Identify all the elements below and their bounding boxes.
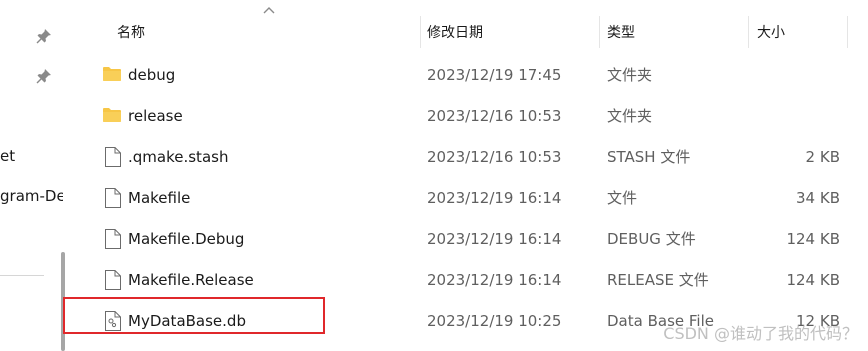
file-row-makefile-release[interactable]: Makefile.Release 2023/12/19 16:14 RELEAS… — [70, 259, 868, 300]
column-divider[interactable] — [599, 16, 600, 48]
file-type: STASH 文件 — [607, 148, 691, 166]
file-type: RELEASE 文件 — [607, 271, 709, 289]
file-icon — [105, 188, 121, 208]
file-icon — [105, 229, 121, 249]
navigation-pane: et gram-De — [0, 0, 63, 351]
file-row-debug[interactable]: debug 2023/12/19 17:45 文件夹 — [70, 54, 868, 95]
file-name: Makefile.Release — [128, 270, 254, 289]
file-name: Makefile — [128, 188, 191, 207]
file-date-modified: 2023/12/19 17:45 — [427, 65, 562, 84]
column-header-row: 名称 修改日期 类型 大小 — [70, 7, 868, 52]
file-date-modified: 2023/12/19 16:14 — [427, 229, 562, 248]
file-row-makefile-debug[interactable]: Makefile.Debug 2023/12/19 16:14 DEBUG 文件… — [70, 218, 868, 259]
folder-icon — [103, 67, 121, 81]
pin-icon[interactable] — [36, 68, 52, 84]
file-date-modified: 2023/12/16 10:53 — [427, 147, 562, 166]
column-divider[interactable] — [847, 16, 848, 48]
file-date-modified: 2023/12/16 10:53 — [427, 106, 562, 125]
sort-ascending-icon — [263, 7, 275, 14]
file-row-qmake-stash[interactable]: .qmake.stash 2023/12/16 10:53 STASH 文件 2… — [70, 136, 868, 177]
database-file-icon — [105, 311, 121, 331]
file-date-modified: 2023/12/19 16:14 — [427, 188, 562, 207]
pin-icon[interactable] — [36, 28, 52, 44]
file-row-release[interactable]: release 2023/12/16 10:53 文件夹 — [70, 95, 868, 136]
file-name: MyDataBase.db — [128, 311, 246, 330]
file-type: 文件 — [607, 189, 638, 207]
folder-icon — [103, 108, 121, 122]
nav-item-partial-label[interactable]: et — [0, 147, 15, 165]
column-header-size[interactable]: 大小 — [757, 14, 785, 50]
file-icon — [105, 147, 121, 167]
column-header-name[interactable]: 名称 — [117, 14, 145, 50]
file-icon — [105, 270, 121, 290]
file-name: debug — [128, 65, 176, 84]
column-divider[interactable] — [420, 16, 421, 48]
column-header-type[interactable]: 类型 — [607, 14, 635, 50]
file-name: Makefile.Debug — [128, 229, 245, 248]
file-size: 124 KB — [786, 229, 840, 248]
file-date-modified: 2023/12/19 10:25 — [427, 311, 562, 330]
file-type: DEBUG 文件 — [607, 230, 696, 248]
file-name: .qmake.stash — [128, 147, 229, 166]
file-size: 2 KB — [805, 147, 840, 166]
file-type: 文件夹 — [607, 107, 653, 125]
file-date-modified: 2023/12/19 16:14 — [427, 270, 562, 289]
file-size: 34 KB — [796, 188, 840, 207]
file-row-makefile[interactable]: Makefile 2023/12/19 16:14 文件 34 KB — [70, 177, 868, 218]
file-name: release — [128, 106, 183, 125]
csdn-watermark: CSDN @谁动了我的代码？ — [663, 324, 858, 343]
nav-divider — [0, 275, 44, 276]
column-header-date-modified[interactable]: 修改日期 — [427, 14, 483, 50]
file-type: 文件夹 — [607, 66, 653, 84]
column-divider[interactable] — [748, 16, 749, 48]
file-size: 124 KB — [786, 270, 840, 289]
nav-item-partial-label[interactable]: gram-De — [0, 187, 63, 205]
